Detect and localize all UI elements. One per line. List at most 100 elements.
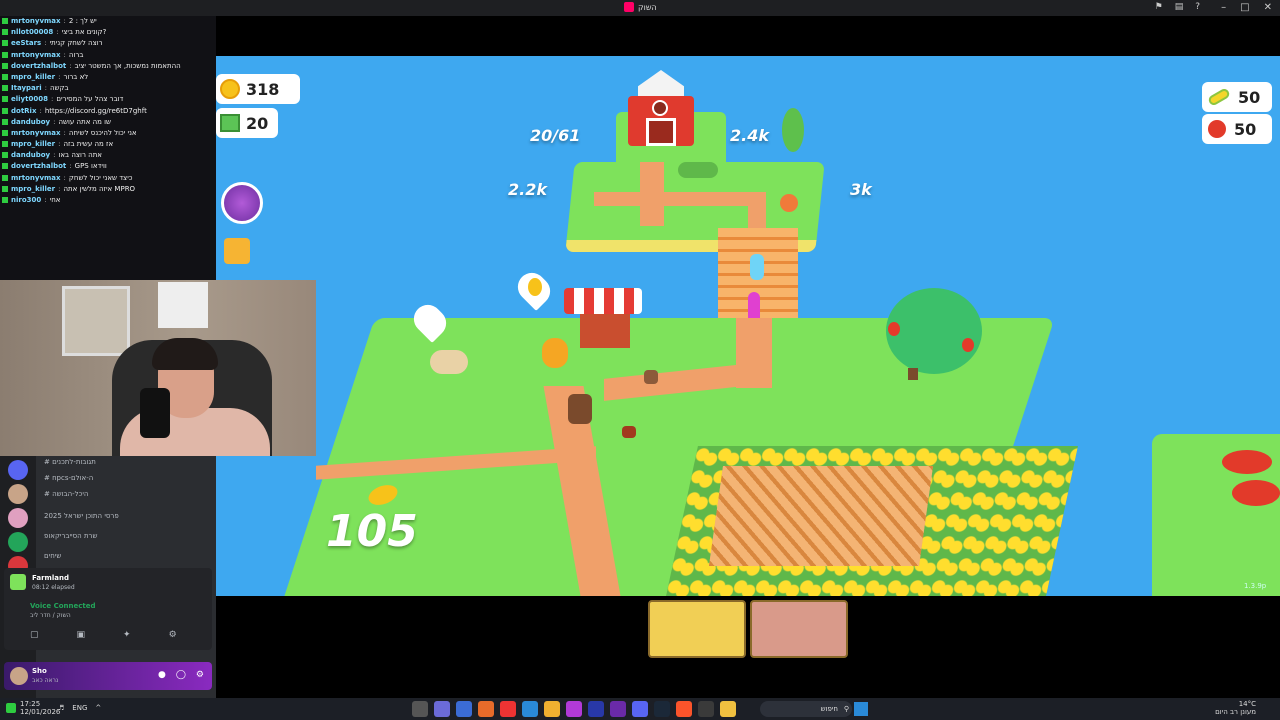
help-icon[interactable]: ? [1195,2,1200,12]
start-icon[interactable] [854,702,868,716]
app-icon[interactable] [544,701,560,717]
channel-item[interactable]: # npcs-ה-אולם [44,472,93,484]
app-icon[interactable] [500,701,516,717]
tomato-crop [1232,480,1280,506]
steam-app-icon[interactable] [654,701,670,717]
inbox-icon[interactable]: ▤ [1175,2,1184,12]
user-panel: Sho נראה כאב ● ◯ ⚙ [4,662,212,690]
channel-item[interactable]: # היכל-הבושה [44,488,89,500]
harvest-skill-button[interactable] [648,600,746,658]
chicken [430,350,468,374]
chat-username[interactable]: dotRix [11,106,36,117]
app-icon[interactable] [412,701,428,717]
headphones-icon[interactable]: ◯ [176,670,186,680]
volume-icon[interactable]: ♬ [58,704,64,712]
book-button[interactable] [224,238,250,264]
server-icon[interactable] [8,460,28,480]
chat-username[interactable]: mpro_killer [11,184,55,195]
window-titlebar: השוק ⚑ ▤ ? – □ ✕ [0,0,1280,16]
browser-app-icon[interactable] [676,701,692,717]
helper-skill-button[interactable] [750,600,848,658]
channel-item[interactable]: # תגובות-לתכנים [44,456,96,468]
voice-channel[interactable]: השוק / חדר ליב [30,612,71,619]
chat-text: ההתאמות נמשכות, אך המשטר יציב [74,61,181,70]
category-item[interactable]: שיחים [44,550,61,562]
chat-username[interactable]: mrtonyvmax [11,173,61,184]
server-icon[interactable] [8,484,28,504]
corn-shop-button[interactable] [221,182,263,224]
chat-username[interactable]: mpro_killer [11,72,55,83]
app-icon[interactable] [456,701,472,717]
weather-widget[interactable]: 14°C מעונן רב היום [1215,700,1256,716]
server-icon[interactable] [8,532,28,552]
chat-text: אז מה עשית בזה [63,140,114,149]
chat-username[interactable]: dovertzhalbot [11,161,66,172]
chat-username[interactable]: eliyt0008 [11,94,48,105]
app-icon[interactable] [566,701,582,717]
chat-text: GPS ווידאו [74,162,107,171]
badge-icon [2,29,8,36]
chat-username[interactable]: danduboy [11,150,50,161]
market-stall[interactable] [564,288,642,350]
user-status: נראה כאב [32,677,59,684]
chat-username[interactable]: dovertzhalbot [11,61,66,72]
app-icon[interactable] [434,701,450,717]
screen-share-icon[interactable]: ▣ [77,630,86,640]
chat-username[interactable]: Itaypari [11,83,42,94]
stream-chat: mrtonyvmax: יש לך : 2 nllot00008: קונים את … [0,16,216,280]
chat-message: eeStars: רוצה לשחק קניתי [0,38,216,49]
app-icon[interactable] [478,701,494,717]
taskbar-search[interactable]: חיפוש ⚲ [760,701,852,717]
clock[interactable]: 17:25 12/01/2026 [20,700,60,716]
windows-taskbar: 17:25 12/01/2026 ♬ ENG ^ חיפוש ⚲ 14°C מע… [0,698,1280,720]
category-item[interactable]: פרסי התוכן ישראל 2025 [44,510,119,522]
app-icon[interactable] [698,701,714,717]
soundboard-icon[interactable]: ⚙ [169,630,177,640]
chat-username[interactable]: mrtonyvmax [11,128,61,139]
chat-username[interactable]: danduboy [11,117,50,128]
file-explorer-icon[interactable] [720,701,736,717]
settings-gear-icon[interactable]: ⚙ [196,670,204,680]
app-icon[interactable] [588,701,604,717]
chat-text: אחי [49,196,61,204]
chat-message: danduboy: שו מה אתה עושה [0,117,216,128]
chat-username[interactable]: eeStars [11,38,41,49]
category-item[interactable]: שרת הסייבריקאופ [44,530,97,542]
app-icon[interactable] [610,701,626,717]
mic-icon[interactable]: ● [158,670,166,680]
server-icon[interactable] [8,508,28,528]
voice-card: Farmland 08:12 elapsed Voice Connected ה… [4,568,212,650]
activity-elapsed: 08:12 elapsed [32,584,75,591]
flower-decor [764,300,767,303]
pin-icon[interactable]: ⚑ [1155,2,1163,12]
chevron-up-icon[interactable]: ^ [95,704,101,712]
coin-count: 318 [246,79,280,99]
chat-username[interactable]: mrtonyvmax [11,50,61,61]
tomato-icon [1208,120,1226,138]
chat-text: https://discord.gg/re6tD7ghft [44,106,147,115]
tomato-crop [1222,450,1272,474]
avatar[interactable] [10,667,28,685]
tilled-plot[interactable] [708,466,934,566]
app-icon[interactable] [522,701,538,717]
chat-username[interactable]: mrtonyvmax [11,16,61,27]
chat-username[interactable]: mpro_killer [11,139,55,150]
game-viewport[interactable]: 20/61 2.4k 2.2k 3k 105 318 20 50 50 1.3.… [216,56,1280,596]
chat-username[interactable]: niro300 [11,195,41,206]
search-icon: ⚲ [843,705,849,713]
camera-off-icon[interactable]: ▢ [30,630,39,640]
barn[interactable] [624,70,698,160]
minimize-button[interactable]: – [1221,2,1226,13]
chat-username[interactable]: nllot00008 [11,27,53,38]
widgets-icon[interactable] [6,703,16,713]
badge-icon [2,163,8,170]
game-bottom-bar [216,596,1280,698]
activities-icon[interactable]: ✦ [123,630,131,640]
close-button[interactable]: ✕ [1264,2,1272,13]
discord-app-icon[interactable] [632,701,648,717]
chat-message: dovertzhalbot: GPS ווידאו [0,161,216,172]
apple-tree[interactable] [886,288,982,374]
language-indicator[interactable]: ENG [72,704,87,712]
badge-icon [2,174,8,181]
maximize-button[interactable]: □ [1240,2,1249,13]
